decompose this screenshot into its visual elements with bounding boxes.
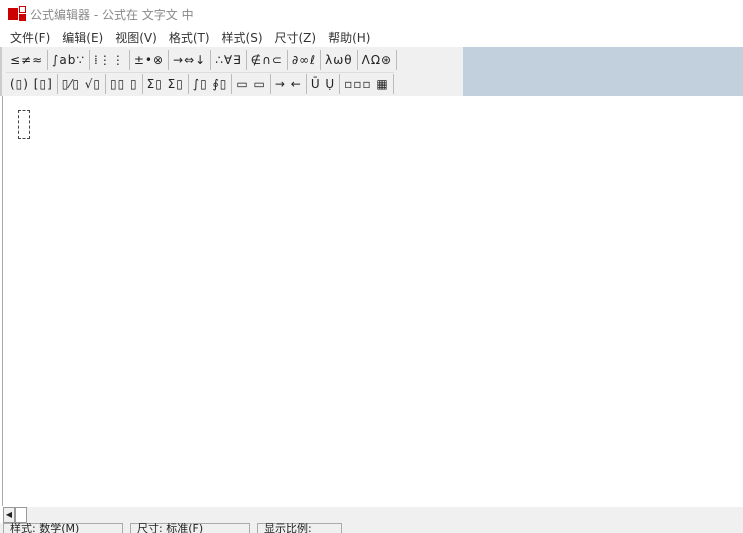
palette-button[interactable]: ∫ab∵ bbox=[48, 50, 91, 70]
status-zoom: 显示比例: 200% bbox=[257, 523, 342, 533]
status-style: 样式: 数学(M) bbox=[3, 523, 123, 533]
palette-button[interactable]: ±•⊗ bbox=[130, 50, 170, 70]
palette-button[interactable]: ∂∞ℓ bbox=[288, 50, 322, 70]
palette-button[interactable]: ⁞⋮⋮ bbox=[90, 50, 130, 70]
window-title: 公式编辑器 - 公式在 文字文 中 bbox=[30, 7, 194, 22]
palette-button[interactable]: ▭ ▭ bbox=[232, 73, 271, 94]
menu-view[interactable]: 视图(V) bbox=[115, 29, 157, 46]
status-bar: 样式: 数学(M) 尺寸: 标准(F) 显示比例: 200% bbox=[0, 523, 743, 533]
palette-button[interactable]: Ū Ụ bbox=[307, 73, 341, 94]
palette-button[interactable]: ΛΩ⊛ bbox=[358, 50, 398, 70]
menu-size[interactable]: 尺寸(Z) bbox=[275, 29, 317, 46]
menu-help[interactable]: 帮助(H) bbox=[328, 29, 370, 46]
title-bar: 公式编辑器 - 公式在 文字文 中 bbox=[0, 0, 743, 28]
formula-toolbar: ≤≠≈ ∫ab∵ ⁞⋮⋮ ±•⊗ →⇔↓ ∴∀∃ ∉∩⊂ ∂∞ℓ λωθ ΛΩ⊛ (▯) [▯] ▯… bbox=[0, 47, 463, 96]
menu-file[interactable]: 文件(F) bbox=[10, 29, 50, 46]
palette-button[interactable]: Σ▯ Σ▯ bbox=[143, 73, 189, 94]
palette-button[interactable]: ∫▯ ∮▯ bbox=[189, 73, 233, 94]
palette-button[interactable]: ∴∀∃ bbox=[211, 50, 247, 70]
palette-button[interactable]: →⇔↓ bbox=[169, 50, 212, 70]
palette-button[interactable]: ≤≠≈ bbox=[6, 50, 49, 70]
menu-format[interactable]: 格式(T) bbox=[169, 29, 210, 46]
app-logo-icon bbox=[8, 6, 26, 22]
palette-button[interactable]: ∉∩⊂ bbox=[247, 50, 288, 70]
palette-button[interactable]: ▫▫▫ ▦ bbox=[340, 73, 394, 94]
palette-button[interactable]: ▯⁄▯ √▯ bbox=[58, 73, 107, 94]
palette-button[interactable]: λωθ bbox=[321, 50, 358, 70]
palette-button[interactable]: → ← bbox=[271, 73, 307, 94]
menu-bar: 文件(F) 编辑(E) 视图(V) 格式(T) 样式(S) 尺寸(Z) 帮助(H… bbox=[0, 28, 376, 47]
formula-canvas[interactable] bbox=[2, 96, 743, 506]
horizontal-scrollbar[interactable]: ◀ bbox=[3, 507, 743, 523]
menu-edit[interactable]: 编辑(E) bbox=[62, 29, 103, 46]
status-size: 尺寸: 标准(F) bbox=[130, 523, 250, 533]
scroll-left-icon[interactable]: ◀ bbox=[3, 507, 15, 523]
empty-slot[interactable] bbox=[18, 110, 30, 139]
palette-button[interactable]: (▯) [▯] bbox=[6, 73, 58, 94]
palette-button[interactable]: ▯▯ ▯ bbox=[106, 73, 143, 94]
scroll-thumb[interactable] bbox=[15, 507, 27, 523]
menu-style[interactable]: 样式(S) bbox=[222, 29, 263, 46]
